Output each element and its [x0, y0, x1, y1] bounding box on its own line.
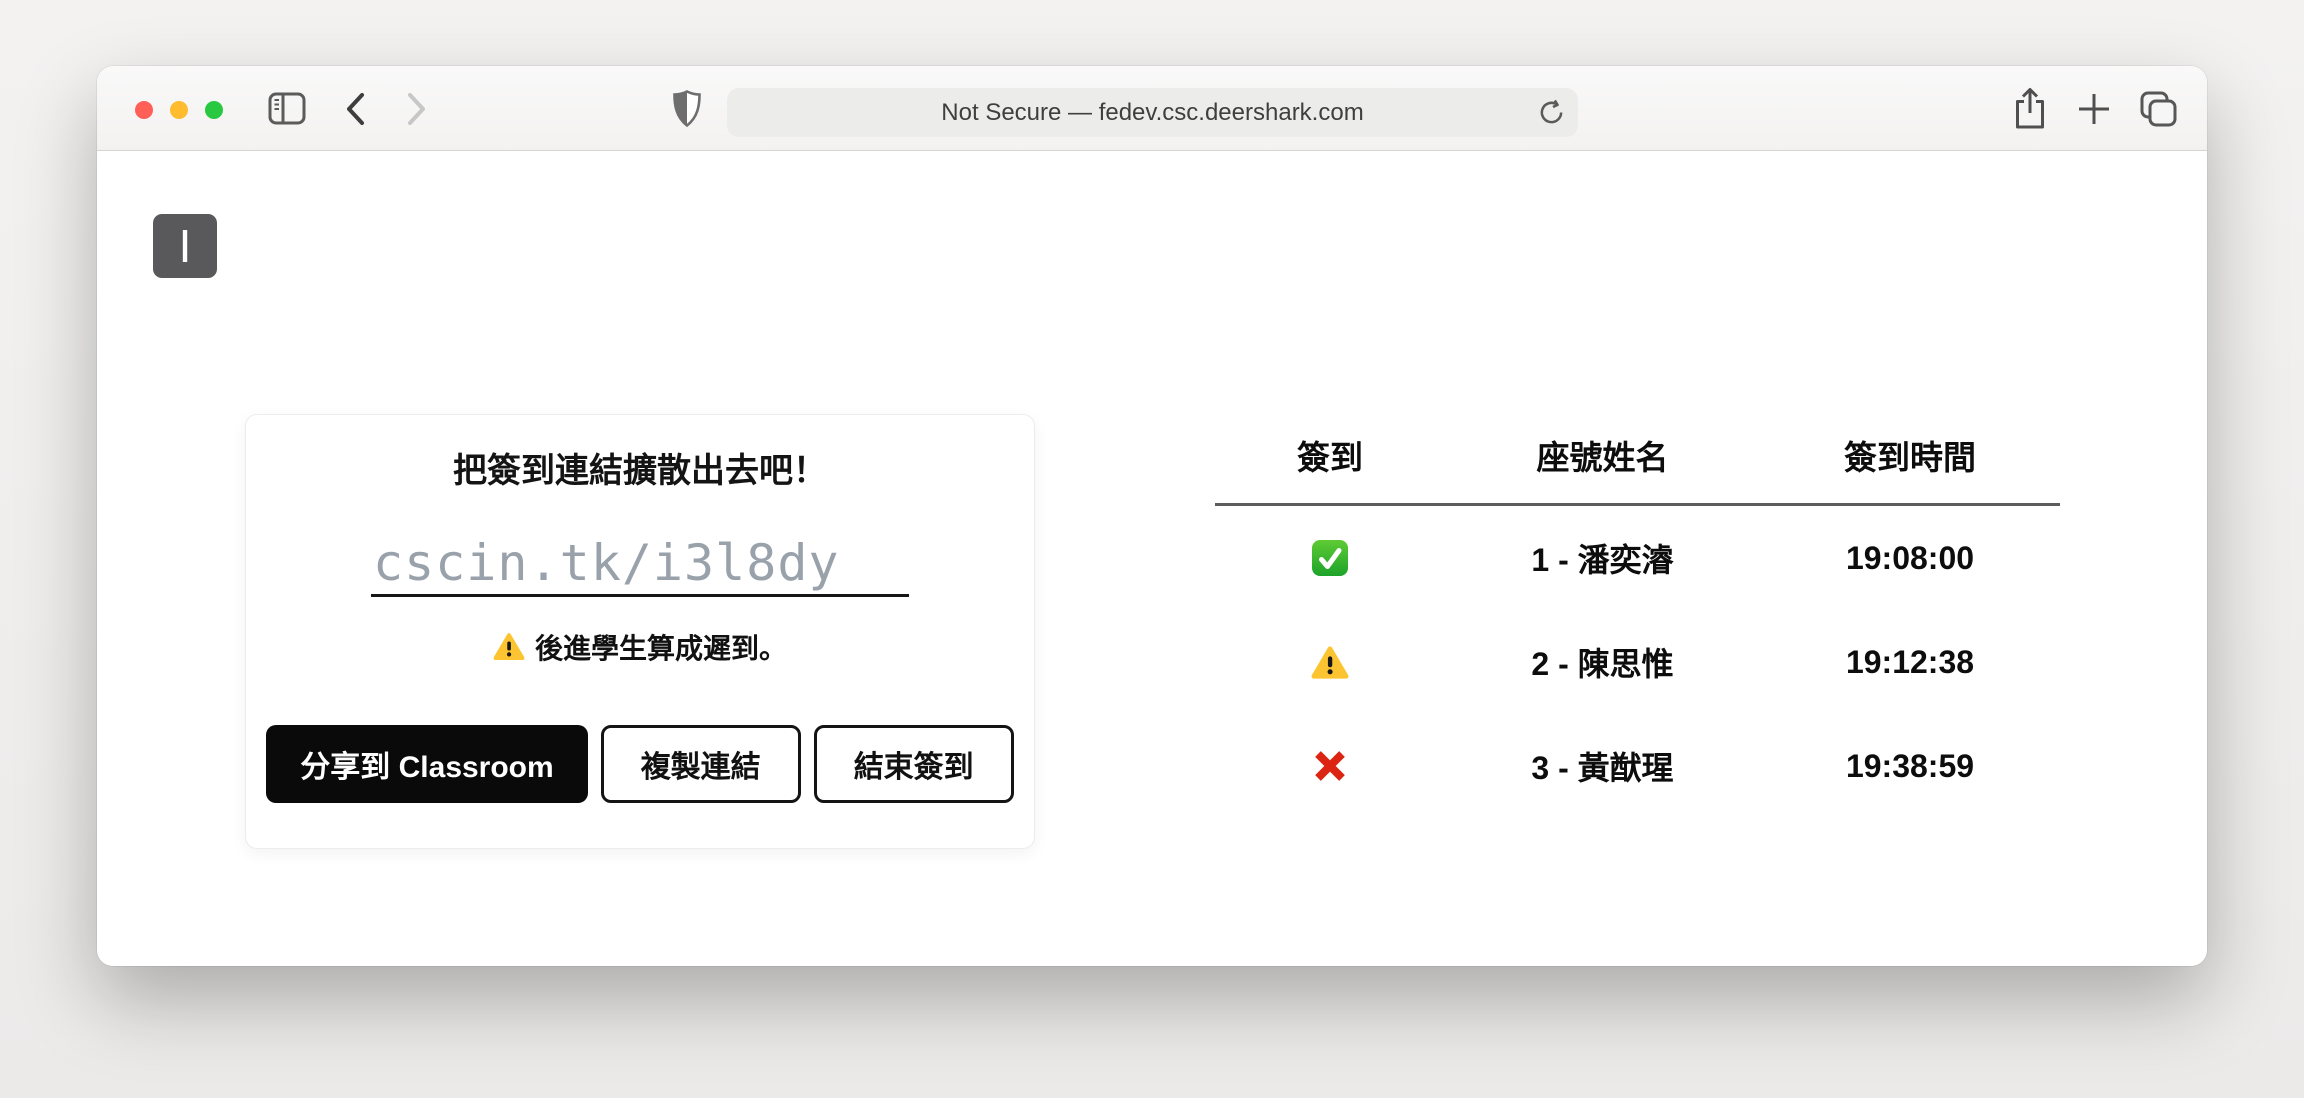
table-row: 3 - 黃猷瑆 19:38:59	[1215, 714, 2060, 818]
reload-icon	[1540, 99, 1563, 124]
checkin-time: 19:38:59	[1845, 747, 1975, 784]
header-checkin-time: 簽到時間	[1844, 439, 1976, 476]
late-warning-text: 後進學生算成遲到。	[534, 633, 787, 664]
header-seat-name: 座號姓名	[1536, 439, 1669, 476]
attendance-table-header: 簽到 座號姓名 簽到時間	[1215, 427, 2060, 483]
browser-window: Not Secure — fedev.csc.deershark.com I 把…	[97, 66, 2207, 966]
new-tab-button[interactable]	[2071, 66, 2117, 151]
checkin-time: 19:12:38	[1845, 643, 1975, 680]
end-checkin-button[interactable]: 結束簽到	[813, 725, 1014, 803]
zoom-window-button[interactable]	[205, 101, 223, 119]
page-logo-letter: I	[178, 220, 192, 272]
browser-toolbar: Not Secure — fedev.csc.deershark.com	[97, 66, 2207, 151]
status-cell	[1215, 643, 1445, 682]
privacy-report-button[interactable]	[665, 66, 709, 151]
status-cell	[1215, 746, 1445, 787]
plus-icon	[2079, 93, 2109, 124]
tab-overview-button[interactable]	[2135, 66, 2183, 151]
page-content: I 把簽到連結擴散出去吧！ cscin.tk/i3l8dy 後進學生算成遲到。 …	[97, 152, 2207, 966]
warning-emoji-icon	[1311, 646, 1349, 679]
cross-mark-emoji-icon	[1315, 751, 1345, 782]
table-row: 1 - 潘奕濬 19:08:00	[1215, 506, 2060, 610]
attendance-table: 簽到 座號姓名 簽到時間 1 - 潘奕濬 19:08:00 2 - 陳思惟 19…	[1215, 427, 2060, 818]
tabs-icon	[2140, 91, 2177, 126]
copy-link-button[interactable]: 複製連結	[600, 725, 801, 803]
status-cell	[1215, 538, 1445, 579]
close-window-button[interactable]	[135, 101, 153, 119]
chevron-right-icon	[408, 92, 425, 125]
page-logo-tile: I	[153, 214, 217, 278]
student-name: 2 - 陳思惟	[1531, 646, 1674, 682]
address-bar[interactable]: Not Secure — fedev.csc.deershark.com	[727, 88, 1578, 137]
checkin-time: 19:08:00	[1845, 539, 1975, 576]
shield-icon	[673, 90, 701, 128]
card-title: 把簽到連結擴散出去吧！	[453, 452, 827, 490]
share-icon	[2016, 88, 2044, 129]
share-button[interactable]	[2007, 66, 2053, 151]
checkin-link-text: cscin.tk/i3l8dy	[373, 534, 840, 592]
back-button[interactable]	[335, 66, 375, 151]
sidebar-icon	[268, 92, 306, 125]
reload-button[interactable]	[1538, 99, 1565, 133]
late-warning-note: 後進學生算成遲到。	[246, 627, 1034, 667]
chevron-left-icon	[347, 92, 364, 125]
sidebar-toggle-button[interactable]	[265, 66, 309, 151]
traffic-lights	[135, 101, 223, 119]
warning-icon	[493, 633, 525, 661]
share-link-card: 把簽到連結擴散出去吧！ cscin.tk/i3l8dy 後進學生算成遲到。 分享…	[245, 414, 1035, 849]
student-name: 3 - 黃猷瑆	[1531, 750, 1674, 786]
forward-button[interactable]	[397, 66, 437, 151]
address-text: Not Secure — fedev.csc.deershark.com	[941, 98, 1364, 126]
minimize-window-button[interactable]	[170, 101, 188, 119]
checkin-link-field[interactable]: cscin.tk/i3l8dy	[371, 536, 909, 597]
share-to-classroom-button[interactable]: 分享到 Classroom	[266, 725, 588, 803]
table-row: 2 - 陳思惟 19:12:38	[1215, 610, 2060, 714]
student-name: 1 - 潘奕濬	[1531, 542, 1674, 578]
card-actions: 分享到 Classroom 複製連結 結束簽到	[246, 725, 1034, 803]
header-checkin: 簽到	[1297, 439, 1363, 476]
check-mark-emoji-icon	[1312, 540, 1348, 577]
